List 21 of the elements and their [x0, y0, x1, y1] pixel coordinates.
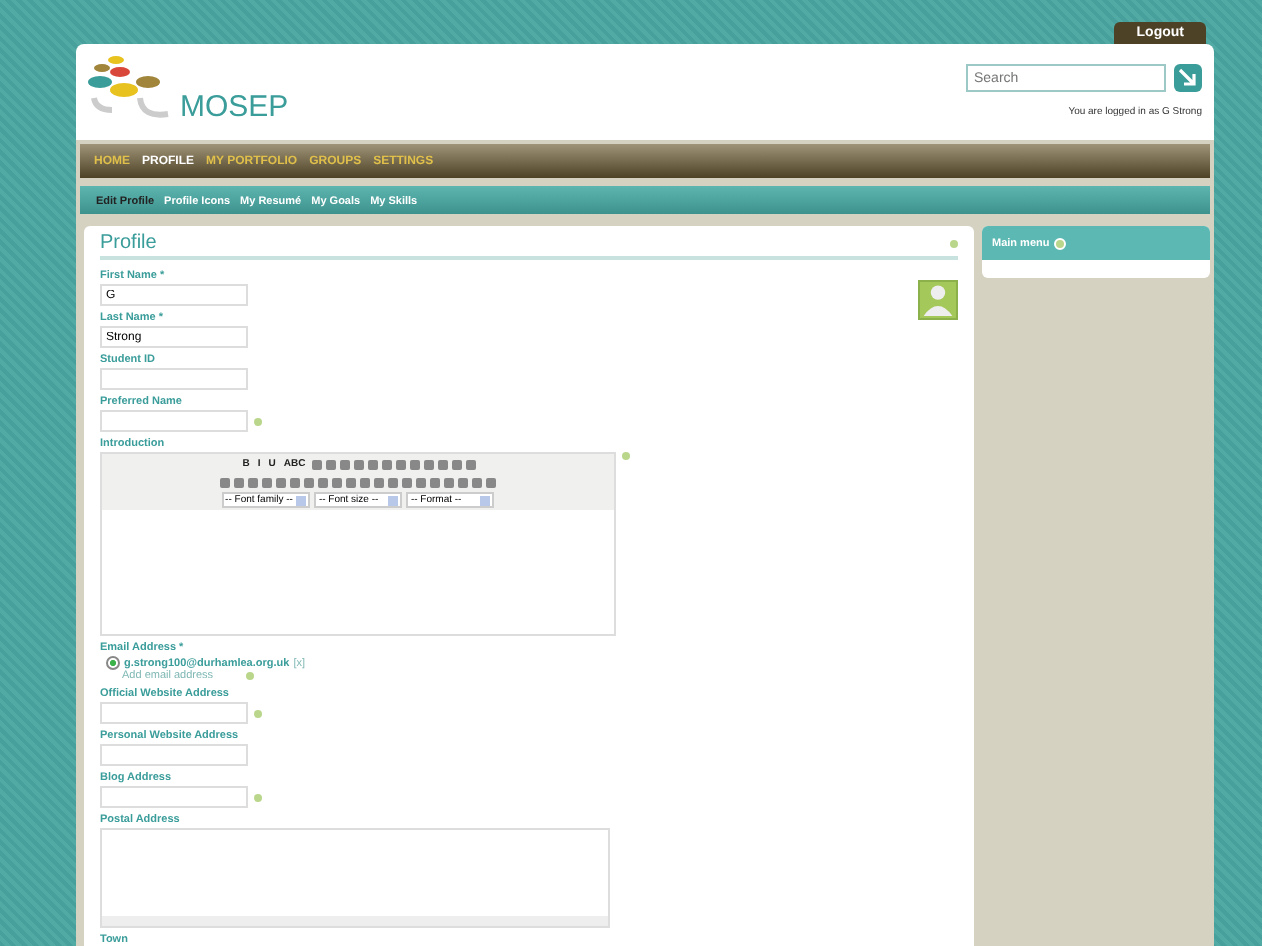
text-field[interactable] [100, 702, 248, 724]
page-title: Profile [100, 232, 157, 254]
caret-icon [388, 495, 399, 505]
avatar-placeholder [918, 280, 958, 320]
text-field[interactable] [100, 410, 248, 432]
help-icon[interactable] [254, 417, 262, 425]
text-field[interactable] [100, 368, 248, 390]
logo-text: MOSEP [180, 92, 289, 122]
text-field[interactable] [100, 786, 248, 808]
help-icon[interactable] [622, 452, 630, 460]
help-icon[interactable] [950, 239, 958, 247]
caret-icon [296, 495, 307, 505]
help-icon[interactable] [245, 672, 254, 680]
caret-icon [480, 495, 491, 505]
search-button[interactable] [1174, 64, 1202, 92]
radio-button[interactable] [106, 656, 120, 670]
arrow-icon [1178, 68, 1198, 88]
help-icon[interactable] [254, 709, 262, 717]
help-icon[interactable] [254, 793, 262, 801]
toggle-icon[interactable] [1053, 237, 1066, 249]
text-field[interactable] [100, 744, 248, 766]
